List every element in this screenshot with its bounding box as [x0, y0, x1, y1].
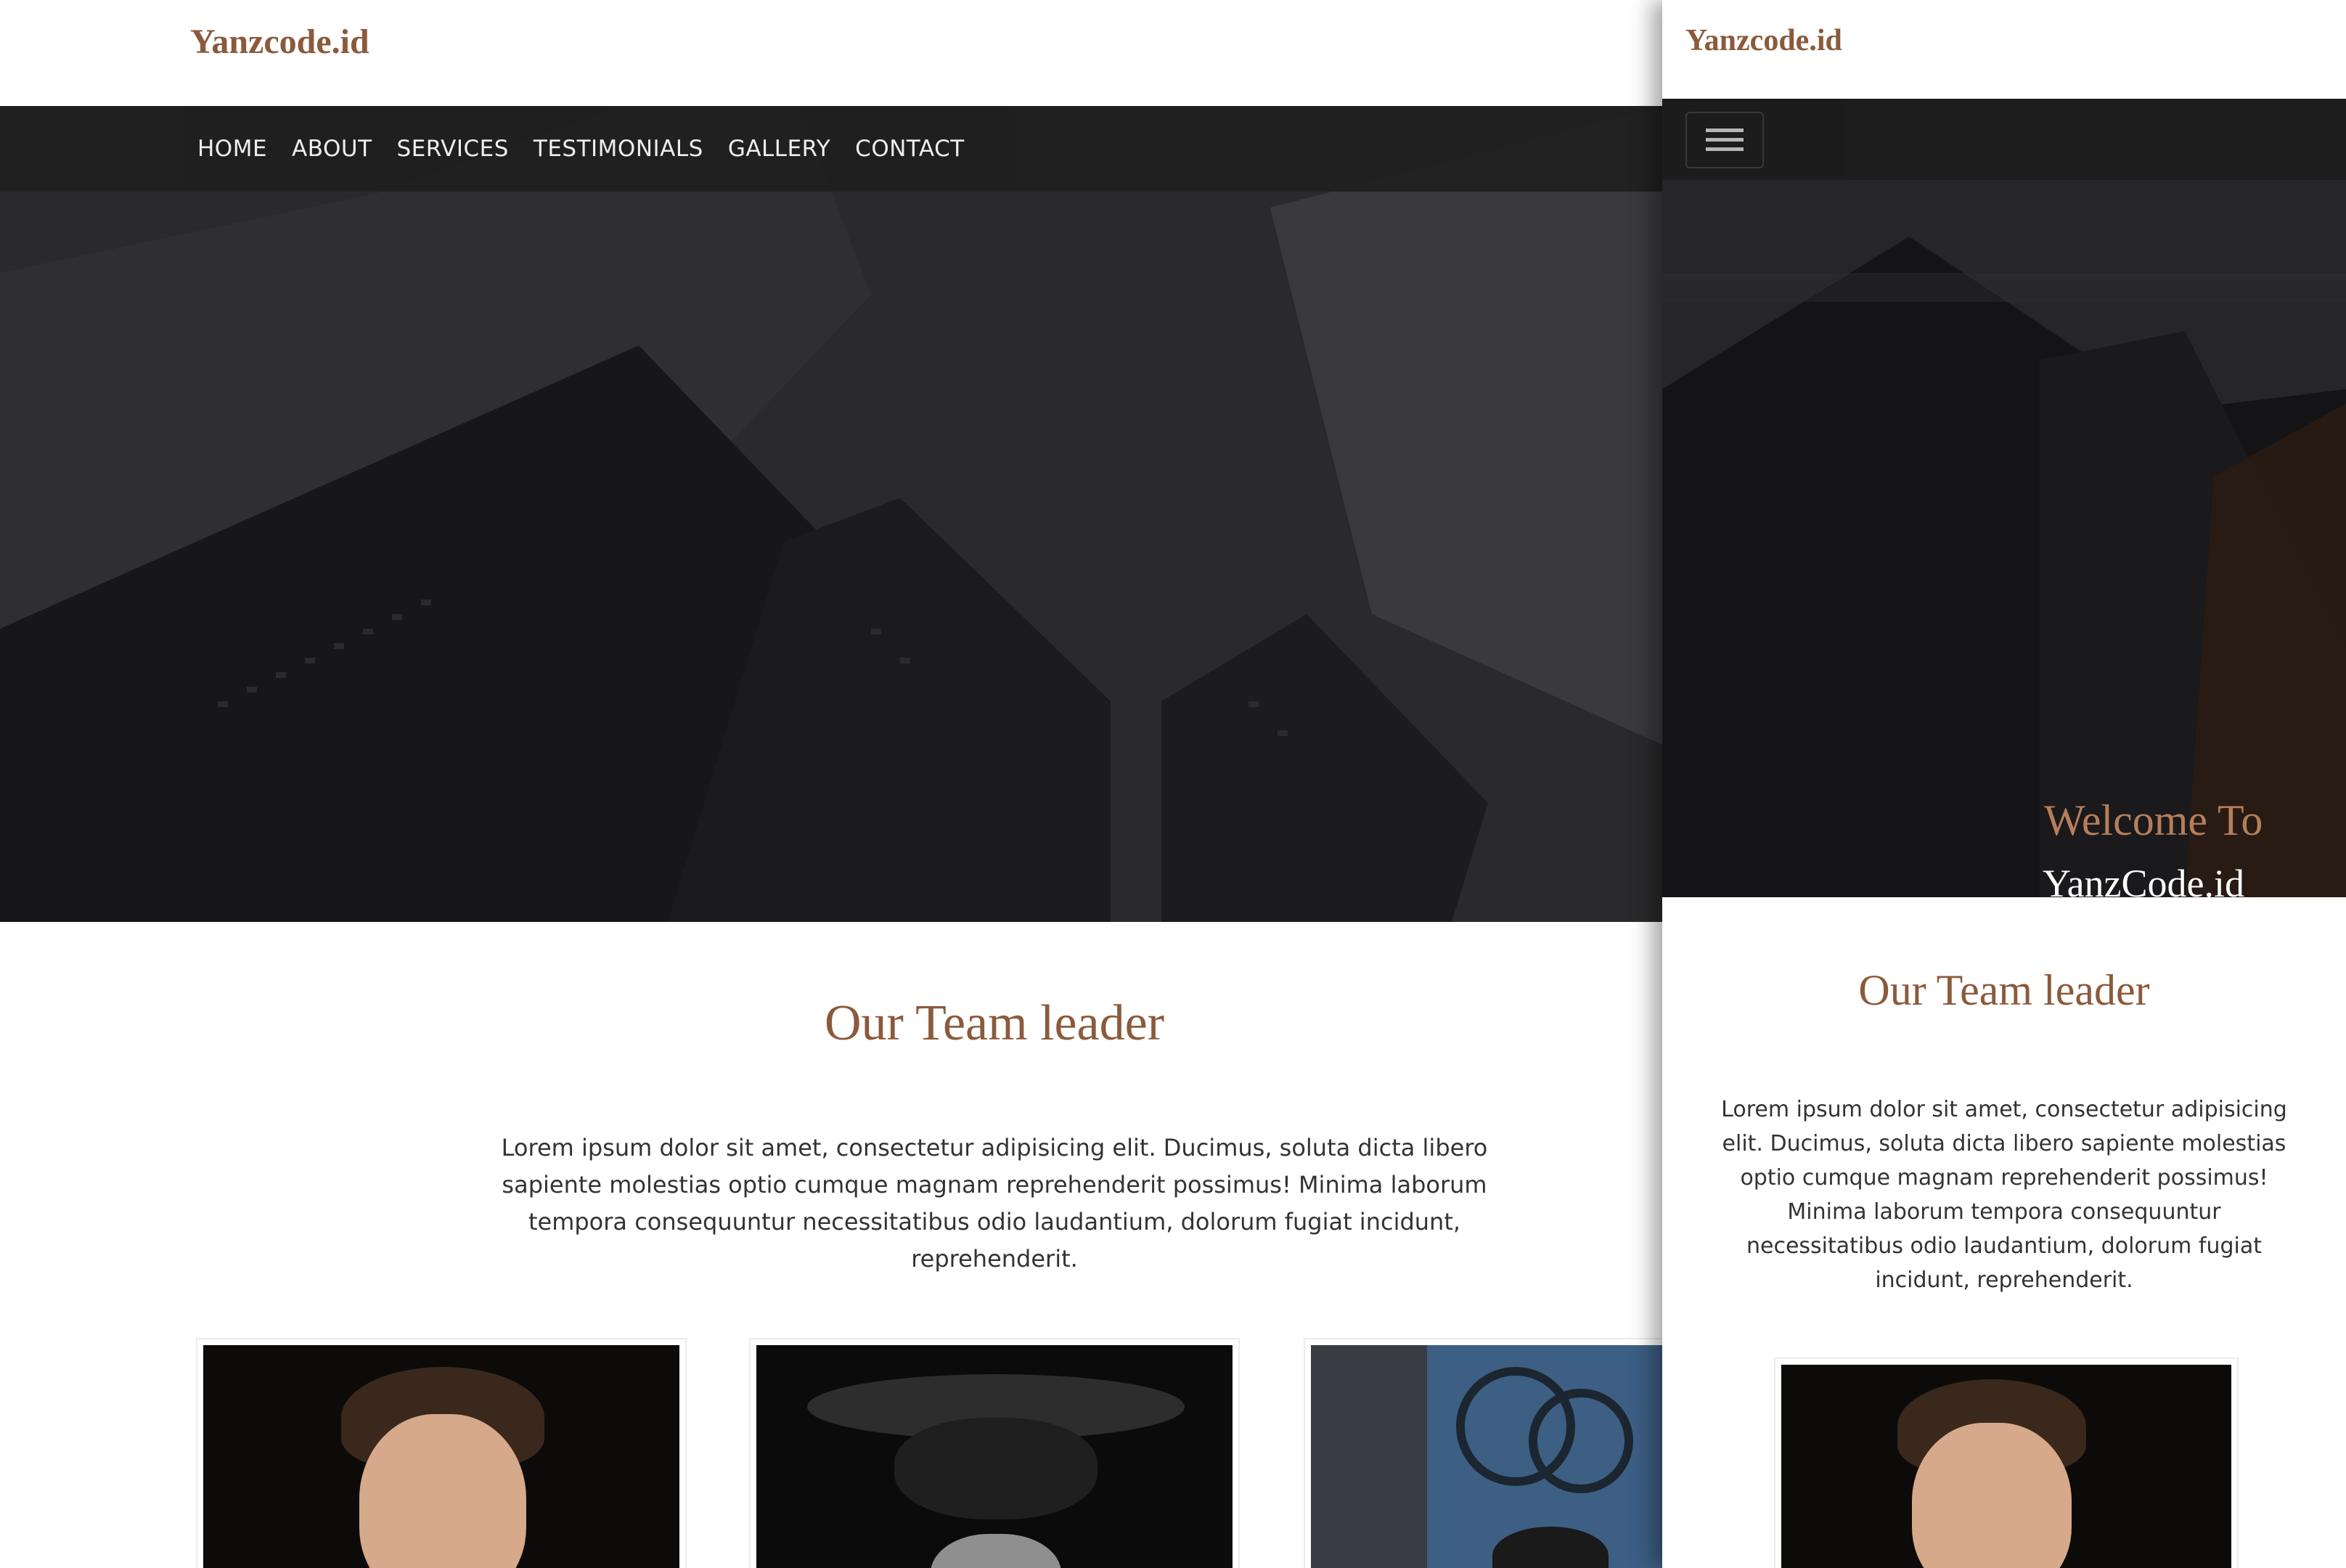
team-member-photo — [756, 1345, 1233, 1568]
hero-banner: HOME ABOUT SERVICES TESTIMONIALS GALLERY… — [0, 106, 1662, 922]
nav-contact[interactable]: CONTACT — [855, 136, 965, 162]
hero-background-image — [0, 106, 1662, 922]
hero-site-name: YanzCode.id — [2043, 862, 2245, 897]
brand-logo[interactable]: Yanzcode.id — [1685, 23, 1842, 58]
brand-logo[interactable]: Yanzcode.id — [190, 22, 369, 62]
nav-services[interactable]: SERVICES — [397, 136, 509, 162]
team-section-title: Our Team leader — [824, 995, 1165, 1051]
team-member-photo — [1781, 1365, 2231, 1568]
team-card[interactable] — [749, 1338, 1240, 1568]
team-card[interactable] — [196, 1338, 687, 1568]
hamburger-menu-icon[interactable] — [1685, 112, 1764, 168]
team-section-title: Our Team leader — [1858, 966, 2150, 1014]
nav-home[interactable]: HOME — [197, 136, 267, 162]
team-section-text: Lorem ipsum dolor sit amet, consectetur … — [1721, 1097, 2287, 1293]
desktop-view: Yanzcode.id HOME ABOUT SERVICES TESTIMON… — [0, 0, 1662, 1568]
nav-gallery[interactable]: GALLERY — [728, 136, 830, 162]
hero-background-image — [1662, 99, 2346, 897]
hero-banner: Welcome To YanzCode.id — [1662, 99, 2346, 897]
team-card[interactable] — [1304, 1338, 1662, 1568]
nav-about[interactable]: ABOUT — [292, 136, 372, 162]
team-card[interactable] — [1774, 1357, 2239, 1568]
team-member-photo — [203, 1345, 679, 1568]
main-navbar: HOME ABOUT SERVICES TESTIMONIALS GALLERY… — [0, 106, 1662, 192]
hero-welcome-text: Welcome To — [2044, 796, 2263, 844]
mobile-view: Yanzcode.id Welcome To YanzCode.id Our T… — [1662, 0, 2346, 1568]
mobile-navbar — [1662, 99, 2346, 180]
team-member-photo — [1311, 1345, 1662, 1568]
nav-testimonials[interactable]: TESTIMONIALS — [534, 136, 703, 162]
team-section-text: Lorem ipsum dolor sit amet, consectetur … — [501, 1134, 1488, 1273]
